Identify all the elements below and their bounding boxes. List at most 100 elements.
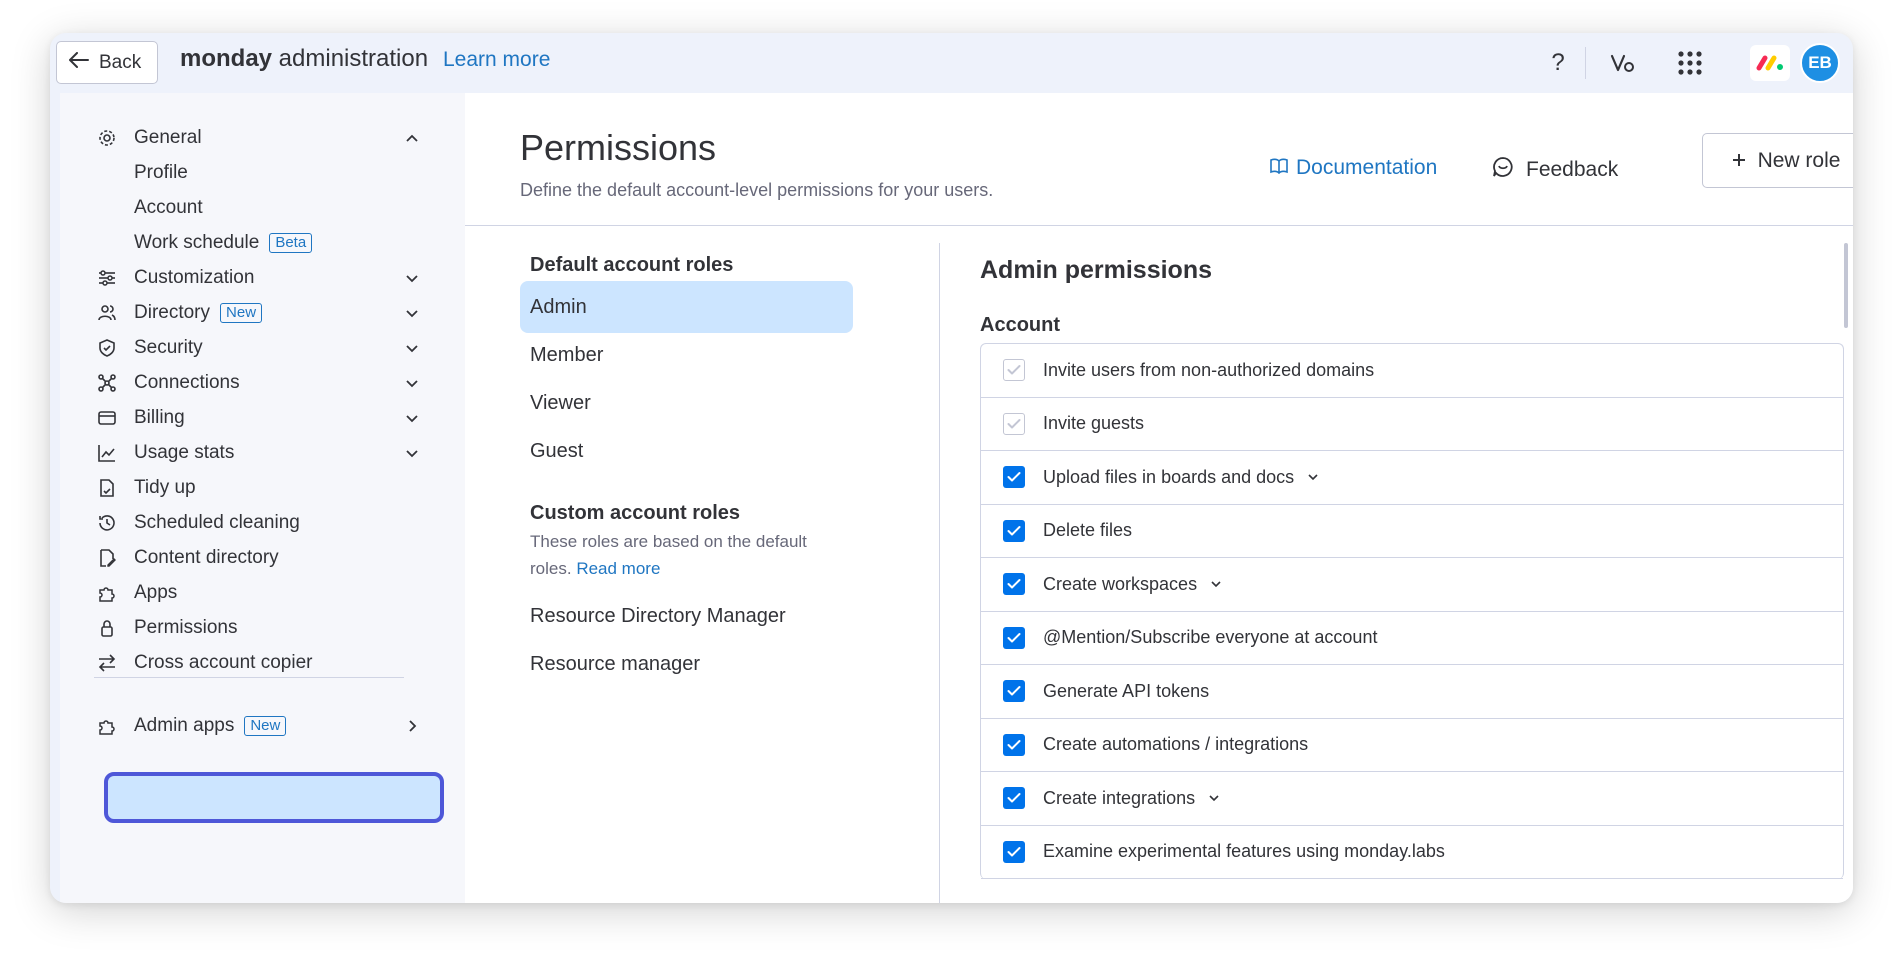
role-item-guest[interactable]: Guest (520, 425, 853, 477)
checkbox[interactable] (1003, 519, 1025, 542)
permission-label: Generate API tokens (1043, 680, 1210, 701)
sidebar-item-label: Customization (134, 267, 255, 288)
chevron-right-icon[interactable] (402, 716, 422, 736)
back-button[interactable]: Back (56, 41, 158, 84)
role-item-admin[interactable]: Admin (520, 281, 853, 333)
chevron-down-icon[interactable] (402, 443, 422, 463)
permission-row: Delete files (981, 505, 1843, 558)
role-item-resource-directory-manager[interactable]: Resource Directory Manager (520, 590, 853, 642)
sidebar-item-apps[interactable]: Apps (96, 576, 426, 610)
permission-row: Invite users from non-authorized domains (981, 344, 1843, 398)
checkmark-icon (1007, 472, 1021, 482)
checkbox[interactable] (1003, 840, 1025, 863)
role-item-member[interactable]: Member (520, 329, 853, 381)
checkbox[interactable] (1003, 787, 1025, 810)
learn-more-link[interactable]: Learn more (443, 48, 550, 72)
feedback-button[interactable]: Feedback (1492, 156, 1618, 184)
chevron-down-icon[interactable] (1306, 470, 1320, 484)
sidebar-item-label: Admin apps (134, 715, 235, 736)
chat-bubble-icon (1492, 156, 1514, 184)
back-label: Back (99, 51, 142, 73)
permission-label: Invite guests (1043, 413, 1145, 434)
document-edit-icon (96, 547, 118, 569)
chevron-down-icon[interactable] (402, 303, 422, 323)
checkbox[interactable] (1003, 680, 1025, 703)
avatar[interactable]: EB (1800, 43, 1840, 83)
new-role-button[interactable]: New role (1702, 133, 1853, 188)
sidebar-item-label: Apps (134, 582, 178, 603)
sidebar-item-label: Directory (134, 302, 211, 323)
chevron-up-icon[interactable] (402, 128, 422, 148)
chevron-down-icon[interactable] (402, 373, 422, 393)
sidebar-item-usage-stats[interactable]: Usage stats (96, 436, 426, 470)
read-more-link[interactable]: Read more (576, 559, 660, 578)
sidebar-item-admin-apps[interactable]: Admin apps New (96, 709, 426, 743)
gear-icon (96, 127, 118, 149)
help-icon[interactable]: ? (1542, 47, 1574, 79)
checkmark-icon (1007, 686, 1021, 696)
permission-row: Create workspaces (981, 558, 1843, 612)
line-chart-icon (96, 442, 118, 464)
sidebar-item-cross-account-copier[interactable]: Cross account copier (96, 646, 426, 680)
checkbox[interactable] (1003, 466, 1025, 489)
arrow-left-icon (69, 51, 89, 74)
permission-row: Create automations / integrations (981, 719, 1843, 772)
sidebar-item-directory[interactable]: Directory New (96, 296, 426, 330)
roles-panel: Default account roles Admin Member Viewe… (520, 226, 860, 903)
chevron-down-icon[interactable] (402, 408, 422, 428)
chevron-down-icon[interactable] (1209, 577, 1223, 591)
sidebar-item-content-directory[interactable]: Content directory (96, 541, 426, 575)
checkmark-icon (1007, 418, 1021, 429)
checkmark-icon (1007, 525, 1021, 536)
feedback-label: Feedback (1526, 158, 1619, 181)
role-item-viewer[interactable]: Viewer (520, 377, 853, 429)
admin-window: Back monday administration Learn more ? (50, 33, 1853, 903)
sidebar-item-connections[interactable]: Connections (96, 366, 426, 400)
chevron-down-icon[interactable] (402, 338, 422, 358)
chevron-down-icon[interactable] (1207, 791, 1221, 805)
history-clock-icon (96, 512, 118, 534)
sidebar-item-general[interactable]: General (96, 121, 426, 155)
monday-logo-icon[interactable] (1750, 45, 1790, 81)
sidebar-subitem-work-schedule[interactable]: Work schedule Beta (134, 226, 313, 260)
sidebar-item-label: Usage stats (134, 442, 235, 463)
new-badge: New (220, 303, 263, 323)
sidebar-item-label: Work schedule (134, 232, 260, 253)
sidebar-selected-highlight (104, 772, 444, 823)
sidebar-item-customization[interactable]: Customization (96, 261, 426, 295)
credit-card-icon (96, 407, 118, 429)
lock-icon (96, 617, 118, 639)
connections-icon (96, 372, 118, 394)
documentation-label: Documentation (1296, 156, 1438, 179)
sidebar-item-tidy-up[interactable]: Tidy up (96, 471, 426, 505)
sidebar-item-billing[interactable]: Billing (96, 401, 426, 435)
sidebar-item-label: Billing (134, 407, 185, 428)
checkmark-icon (1007, 793, 1021, 803)
permission-label: @Mention/Subscribe everyone at account (1043, 627, 1378, 648)
checkbox[interactable] (1003, 626, 1025, 649)
scrollbar[interactable] (1844, 243, 1848, 328)
permission-label: Upload files in boards and docs (1043, 466, 1295, 487)
plus-icon (1732, 149, 1746, 173)
new-badge: New (244, 716, 287, 736)
sidebar-subitem-profile[interactable]: Profile (134, 156, 188, 190)
checkbox[interactable] (1003, 573, 1025, 596)
sidebar-item-permissions[interactable]: Permissions (96, 611, 426, 645)
sidebar-item-scheduled-cleaning[interactable]: Scheduled cleaning (96, 506, 426, 540)
sidebar-subitem-account[interactable]: Account (134, 191, 203, 225)
chevron-down-icon[interactable] (402, 268, 422, 288)
role-item-resource-manager[interactable]: Resource manager (520, 638, 853, 690)
documentation-link[interactable]: Documentation (1270, 156, 1437, 180)
permission-row: Generate API tokens (981, 665, 1843, 719)
permission-row: Create integrations (981, 772, 1843, 826)
apps-grid-icon[interactable] (1674, 47, 1706, 79)
vibe-icon[interactable] (1607, 47, 1639, 79)
checkmark-icon (1007, 739, 1021, 750)
sidebar-item-security[interactable]: Security (96, 331, 426, 365)
checkbox[interactable] (1003, 733, 1025, 756)
sidebar-item-label: Cross account copier (134, 652, 313, 673)
permissions-section-title: Account (980, 314, 1060, 336)
permission-label: Create automations / integrations (1043, 734, 1309, 755)
app-title: monday administration (180, 45, 428, 73)
custom-roles-title: Custom account roles (530, 502, 741, 524)
